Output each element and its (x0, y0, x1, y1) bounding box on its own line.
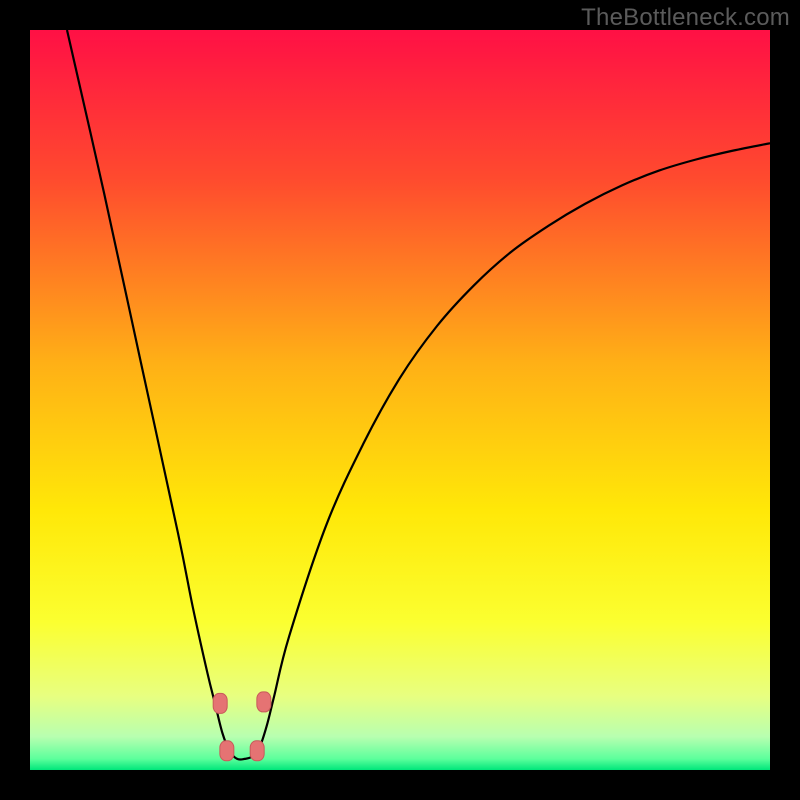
curve-marker (250, 741, 264, 761)
watermark-text: TheBottleneck.com (581, 4, 790, 32)
chart-stage: TheBottleneck.com (0, 0, 800, 800)
curve-marker (220, 741, 234, 761)
curve-marker (257, 692, 271, 712)
plot-svg (30, 30, 770, 770)
curve-marker (213, 693, 227, 713)
plot-area (30, 30, 770, 770)
gradient-background (30, 30, 770, 770)
